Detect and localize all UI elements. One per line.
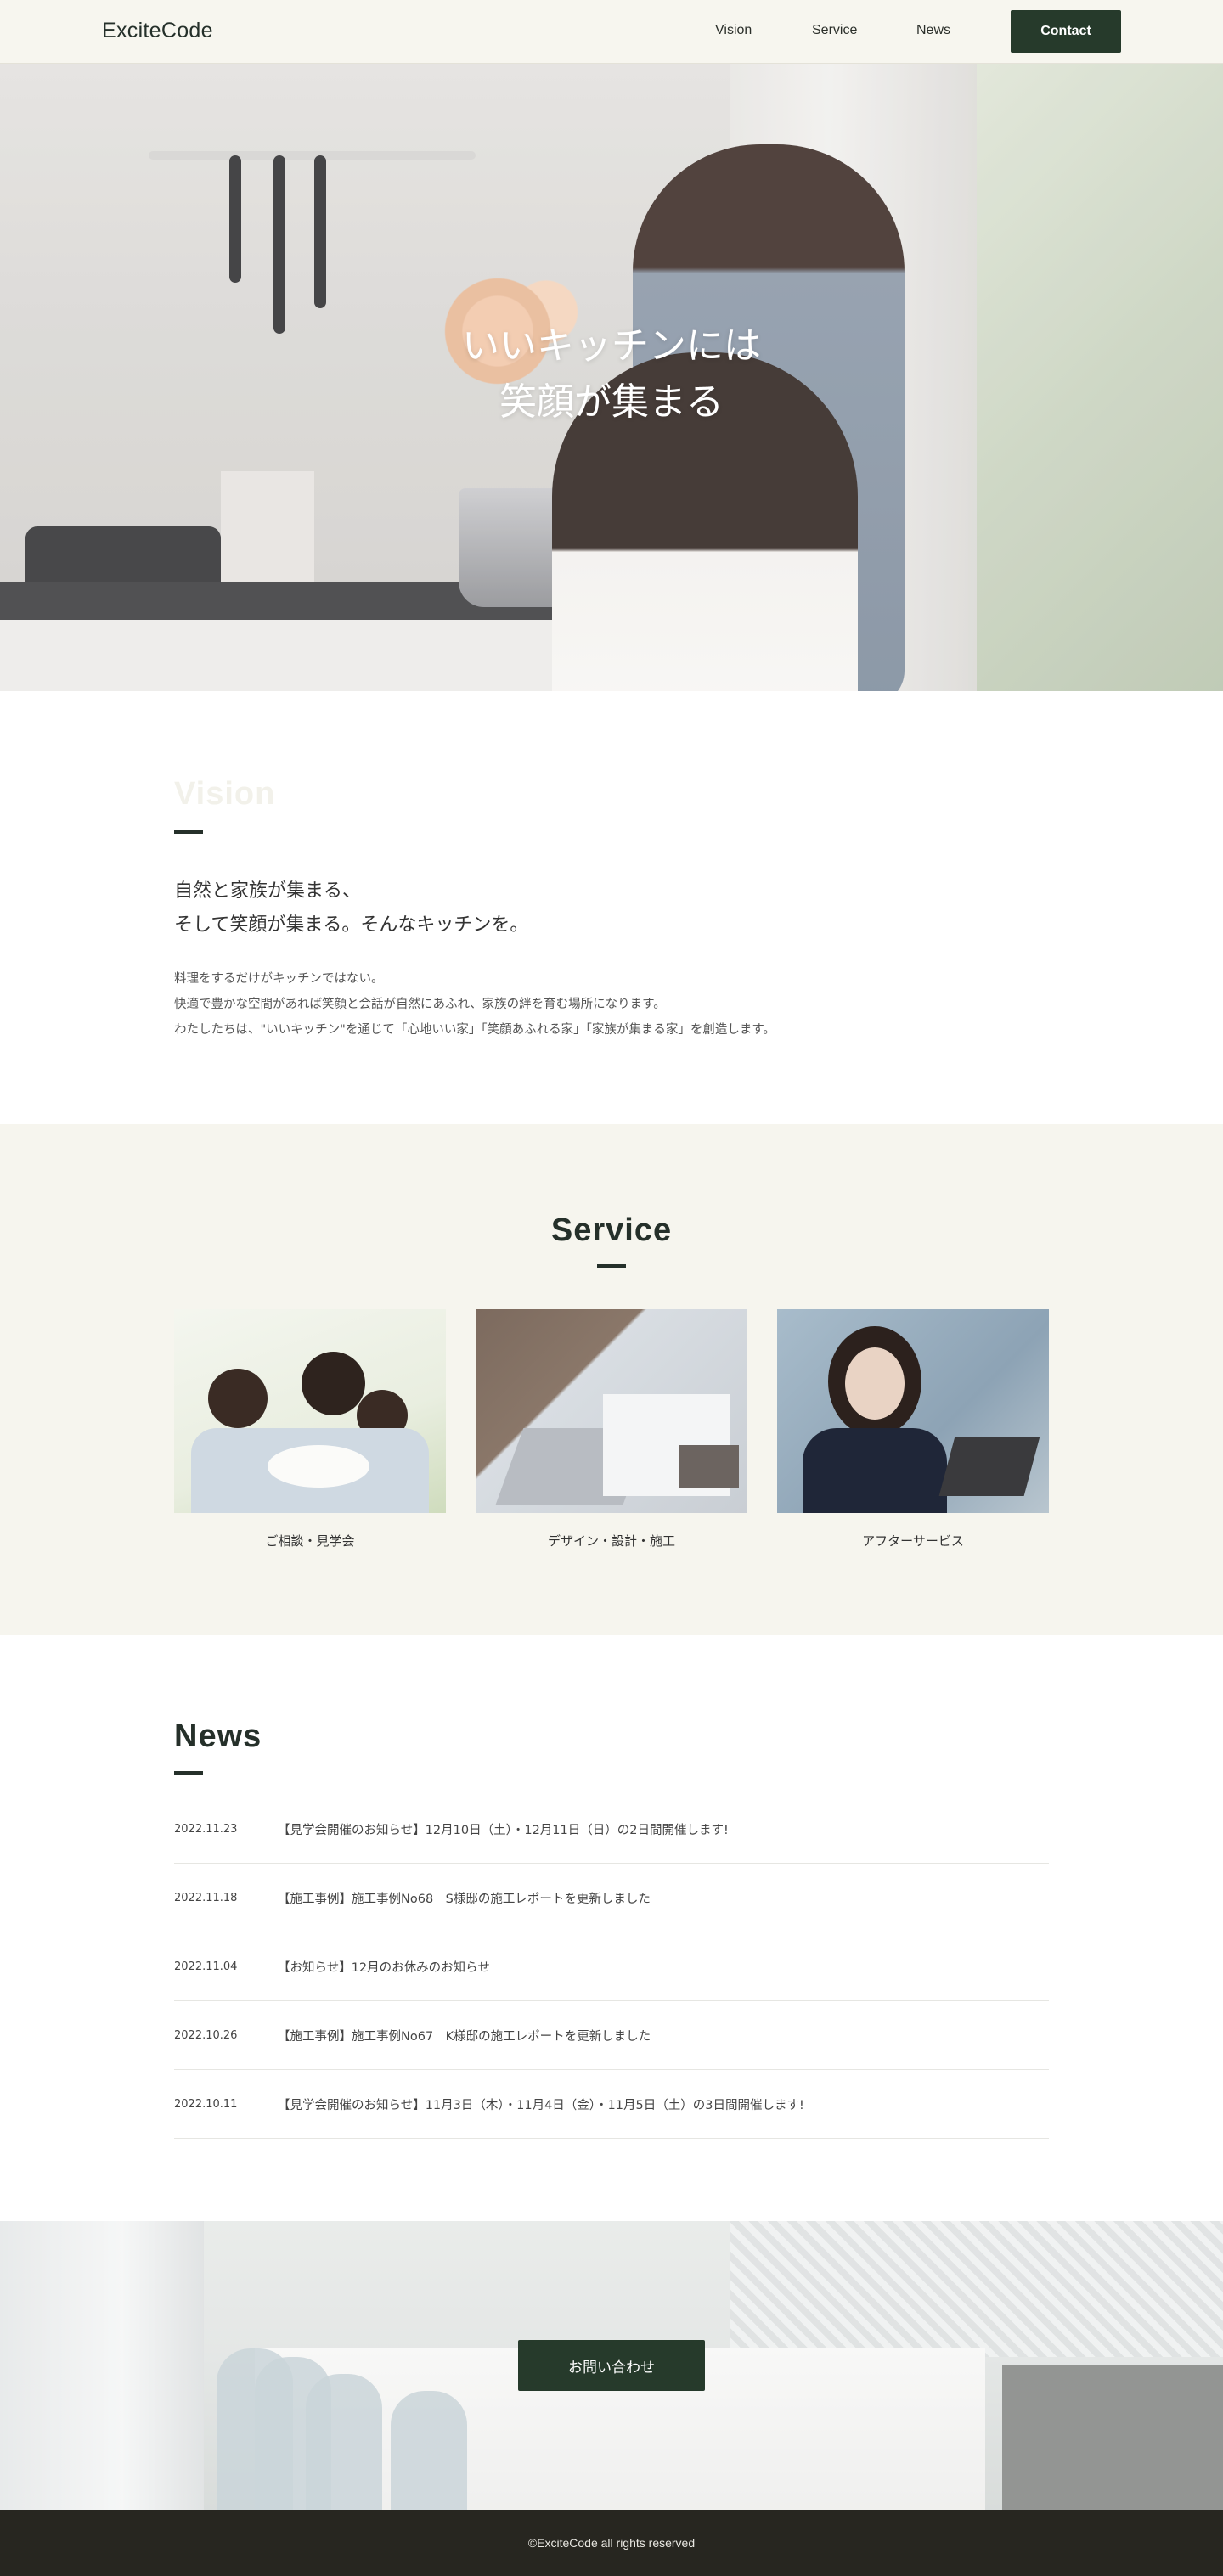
vision-body-line2: 快適で豊かな空間があれば笑顔と会話が自然にあふれ、家族の絆を育む場所になります。: [174, 998, 666, 1011]
vision-body-line1: 料理をするだけがキッチンではない。: [174, 972, 384, 986]
site-header: ExciteCode Vision Service News Contact: [0, 0, 1223, 64]
service-card-image-design: [476, 1309, 747, 1513]
news-list: 2022.11.23 【見学会開催のお知らせ】12月10日（土）・12月11日（…: [174, 1795, 1049, 2139]
news-heading: News: [174, 1718, 262, 1754]
nav-link-service[interactable]: Service: [812, 23, 857, 38]
news-title[interactable]: 【施工事例】施工事例No68 S様邸の施工レポートを更新しました: [278, 1889, 651, 1907]
image-laptop: [938, 1437, 1040, 1496]
service-card-label: アフターサービス: [862, 1533, 964, 1549]
news-section: News 2022.11.23 【見学会開催のお知らせ】12月10日（土）・12…: [0, 1635, 1223, 2221]
hero-title: いいキッチンには 笑顔が集まる: [0, 318, 1223, 430]
news-date: 2022.10.11: [174, 2097, 238, 2111]
news-date: 2022.11.23: [174, 1822, 238, 1836]
service-card-label: ご相談・見学会: [265, 1533, 355, 1549]
news-title[interactable]: 【施工事例】施工事例No67 K様邸の施工レポートを更新しました: [278, 2027, 651, 2044]
nav-link-vision[interactable]: Vision: [715, 23, 752, 38]
news-title[interactable]: 【お知らせ】12月のお休みのお知らせ: [278, 1958, 490, 1976]
service-card-image-aftercare: [777, 1309, 1049, 1513]
image-face: [845, 1347, 905, 1420]
vision-lead-line1: 自然と家族が集まる、: [174, 880, 362, 902]
service-section: Service ご相談・見学会 デザイン・設計・施工 アフターサービス: [0, 1124, 1223, 1635]
contact-cta-section: お問い合わせ: [0, 2221, 1223, 2510]
news-date: 2022.11.04: [174, 1960, 238, 1973]
nav-link-news[interactable]: News: [916, 23, 950, 38]
vision-body-line3: わたしたちは、"いいキッチン"を通じて「心地いい家」「笑顔あふれる家」「家族が集…: [174, 1023, 775, 1037]
image-figure: [208, 1369, 268, 1428]
news-item[interactable]: 2022.10.26 【施工事例】施工事例No67 K様邸の施工レポートを更新し…: [174, 2001, 1049, 2070]
vision-heading: Vision: [174, 776, 276, 812]
service-card-consultation[interactable]: ご相談・見学会: [174, 1309, 446, 1550]
news-title[interactable]: 【見学会開催のお知らせ】11月3日（木）・11月4日（金）・11月5日（土）の3…: [278, 2095, 804, 2113]
footer-copyright: ©ExciteCode all rights reserved: [527, 2536, 696, 2550]
hero-section: いいキッチンには 笑顔が集まる: [0, 64, 1223, 691]
hero-title-line1: いいキッチンには: [462, 324, 761, 368]
news-item[interactable]: 2022.11.04 【お知らせ】12月のお休みのお知らせ: [174, 1932, 1049, 2001]
image-table: [268, 1445, 369, 1488]
service-heading-underline: [597, 1264, 626, 1268]
service-heading: Service: [550, 1212, 673, 1248]
contact-button[interactable]: Contact: [1011, 10, 1121, 53]
news-item[interactable]: 2022.10.11 【見学会開催のお知らせ】11月3日（木）・11月4日（金）…: [174, 2070, 1049, 2139]
image-figure: [302, 1352, 365, 1415]
vision-section: Vision 自然と家族が集まる、 そして笑顔が集まる。そんなキッチンを。 料理…: [0, 691, 1223, 1124]
vision-heading-underline: [174, 830, 203, 834]
service-card-design[interactable]: デザイン・設計・施工: [476, 1309, 747, 1550]
image-jacket: [803, 1428, 947, 1513]
vision-lead: 自然と家族が集まる、 そして笑顔が集まる。そんなキッチンを。: [174, 875, 528, 942]
news-date: 2022.11.18: [174, 1891, 238, 1904]
news-item[interactable]: 2022.11.23 【見学会開催のお知らせ】12月10日（土）・12月11日（…: [174, 1795, 1049, 1864]
inquiry-button[interactable]: お問い合わせ: [518, 2340, 705, 2391]
news-heading-underline: [174, 1771, 203, 1775]
hero-title-line2: 笑顔が集まる: [499, 380, 724, 424]
site-logo[interactable]: ExciteCode: [102, 19, 213, 43]
vision-lead-line2: そして笑顔が集まる。そんなキッチンを。: [174, 914, 529, 936]
site-footer: ©ExciteCode all rights reserved: [0, 2510, 1223, 2576]
service-card-label: デザイン・設計・施工: [547, 1533, 675, 1549]
news-title[interactable]: 【見学会開催のお知らせ】12月10日（土）・12月11日（日）の2日間開催します…: [278, 1820, 729, 1838]
service-card-aftercare[interactable]: アフターサービス: [777, 1309, 1049, 1550]
news-date: 2022.10.26: [174, 2028, 238, 2042]
image-samples: [679, 1445, 739, 1488]
service-card-image-family: [174, 1309, 446, 1513]
vision-body: 料理をするだけがキッチンではない。 快適で豊かな空間があれば笑顔と会話が自然にあ…: [174, 966, 775, 1043]
news-item[interactable]: 2022.11.18 【施工事例】施工事例No68 S様邸の施工レポートを更新し…: [174, 1864, 1049, 1932]
